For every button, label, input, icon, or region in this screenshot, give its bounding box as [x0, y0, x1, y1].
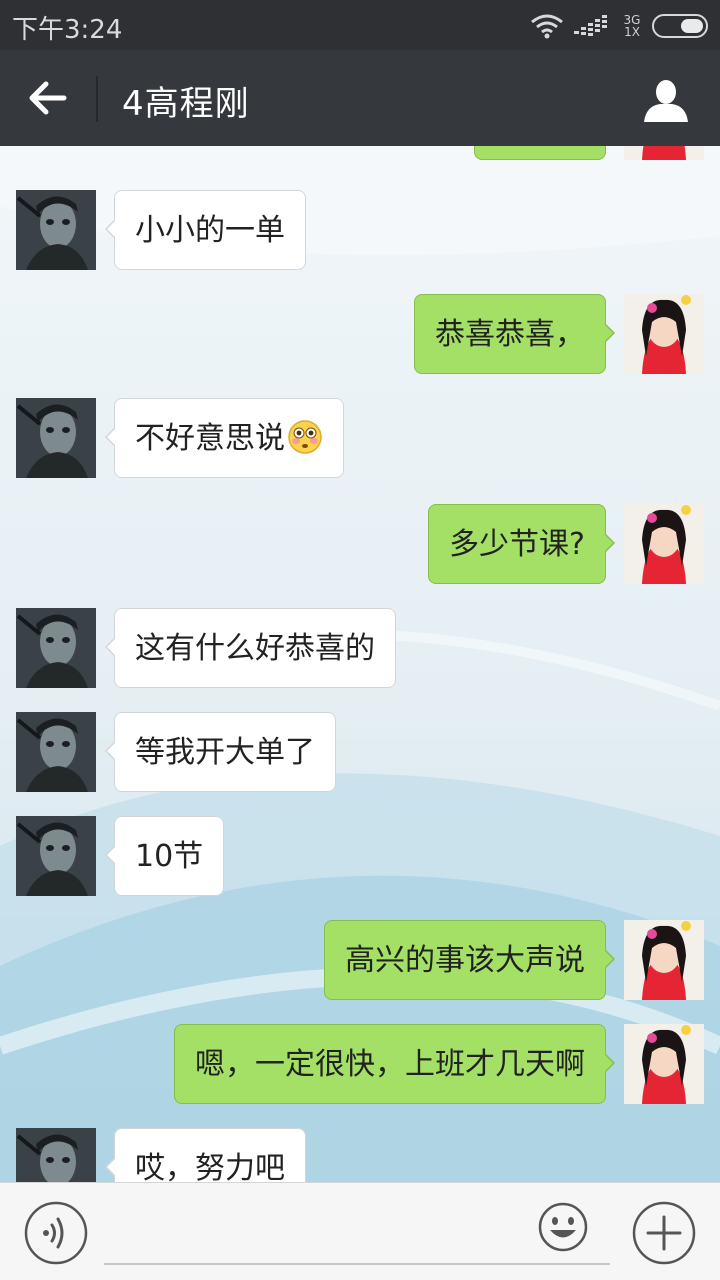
- avatar[interactable]: [16, 398, 96, 478]
- message-bubble[interactable]: 不好意思说: [105, 398, 344, 478]
- avatar[interactable]: [624, 920, 704, 1000]
- message-row-incoming: 不好意思说: [0, 398, 720, 480]
- message-row-incoming: 这有什么好恭喜的: [0, 608, 720, 690]
- message-row-incoming: 哎，努力吧: [0, 1128, 720, 1182]
- emoji-button[interactable]: [537, 1201, 589, 1253]
- avatar[interactable]: [16, 608, 96, 688]
- message-row-outgoing: 恭喜恭喜，: [0, 294, 720, 376]
- signal-icon: [574, 15, 612, 37]
- smiley-icon: [538, 1202, 588, 1252]
- message-text: 等我开大单了: [135, 735, 315, 770]
- message-row-incoming: 等我开大单了: [0, 712, 720, 794]
- chat-header: 4高程刚: [0, 50, 720, 146]
- battery-level: [681, 19, 703, 33]
- message-text: 10节: [135, 839, 204, 874]
- person-icon: [644, 80, 688, 122]
- message-bubble[interactable]: [474, 146, 606, 160]
- chat-message-list[interactable]: 小小的一单 恭喜恭喜， 不好意思说 多少节课? 这有什么好恭喜的 等我开大单了: [0, 146, 720, 1182]
- avatar[interactable]: [16, 816, 96, 896]
- message-text: 嗯，一定很快，上班才几天啊: [195, 1047, 585, 1082]
- more-button[interactable]: [632, 1201, 696, 1265]
- message-row-incoming: 10节: [0, 816, 720, 898]
- voice-button[interactable]: [24, 1201, 88, 1265]
- flushed-face-emoji: [288, 419, 322, 454]
- message-text: 不好意思说: [135, 421, 285, 456]
- avatar[interactable]: [624, 294, 704, 374]
- message-row-outgoing: 高兴的事该大声说: [0, 920, 720, 1002]
- message-bubble[interactable]: 嗯，一定很快，上班才几天啊: [174, 1024, 615, 1104]
- avatar[interactable]: [16, 712, 96, 792]
- message-bubble[interactable]: 多少节课?: [428, 504, 615, 584]
- plus-icon: [632, 1201, 696, 1265]
- message-input[interactable]: [104, 1203, 610, 1265]
- message-text: 哎，努力吧: [135, 1151, 285, 1182]
- message-row-incoming: 小小的一单: [0, 190, 720, 272]
- avatar[interactable]: [624, 146, 704, 160]
- message-bubble[interactable]: 等我开大单了: [105, 712, 336, 792]
- message-bubble[interactable]: 恭喜恭喜，: [414, 294, 615, 374]
- message-bubble[interactable]: 小小的一单: [105, 190, 306, 270]
- network-type-bottom: 1X: [624, 25, 640, 39]
- voice-icon: [24, 1201, 88, 1265]
- message-text: 这有什么好恭喜的: [135, 631, 375, 666]
- message-row-outgoing: 多少节课?: [0, 504, 720, 586]
- avatar[interactable]: [624, 504, 704, 584]
- status-bar: 下午3:24 3G 1X: [0, 0, 720, 50]
- avatar[interactable]: [16, 1128, 96, 1182]
- message-bubble[interactable]: 哎，努力吧: [105, 1128, 306, 1182]
- header-divider: [96, 76, 98, 122]
- battery-icon: [652, 14, 708, 38]
- back-button[interactable]: [22, 72, 74, 124]
- message-bubble[interactable]: 这有什么好恭喜的: [105, 608, 396, 688]
- profile-button[interactable]: [642, 76, 690, 124]
- message-row-outgoing: 嗯，一定很快，上班才几天啊: [0, 1024, 720, 1106]
- message-text: 多少节课?: [449, 527, 585, 562]
- network-type-label: 3G 1X: [622, 14, 642, 38]
- message-text: 恭喜恭喜，: [435, 317, 585, 352]
- status-icons: 3G 1X: [530, 12, 708, 40]
- status-time: 下午3:24: [12, 15, 123, 45]
- arrow-left-icon: [29, 81, 67, 115]
- wifi-icon: [530, 13, 564, 39]
- message-bubble[interactable]: 10节: [104, 816, 225, 896]
- chat-title: 4高程刚: [122, 84, 250, 124]
- message-row-outgoing: [0, 146, 720, 168]
- input-bar: [0, 1182, 720, 1280]
- message-text: 高兴的事该大声说: [345, 943, 585, 978]
- message-bubble[interactable]: 高兴的事该大声说: [324, 920, 615, 1000]
- avatar[interactable]: [624, 1024, 704, 1104]
- avatar[interactable]: [16, 190, 96, 270]
- message-text: 小小的一单: [135, 213, 285, 248]
